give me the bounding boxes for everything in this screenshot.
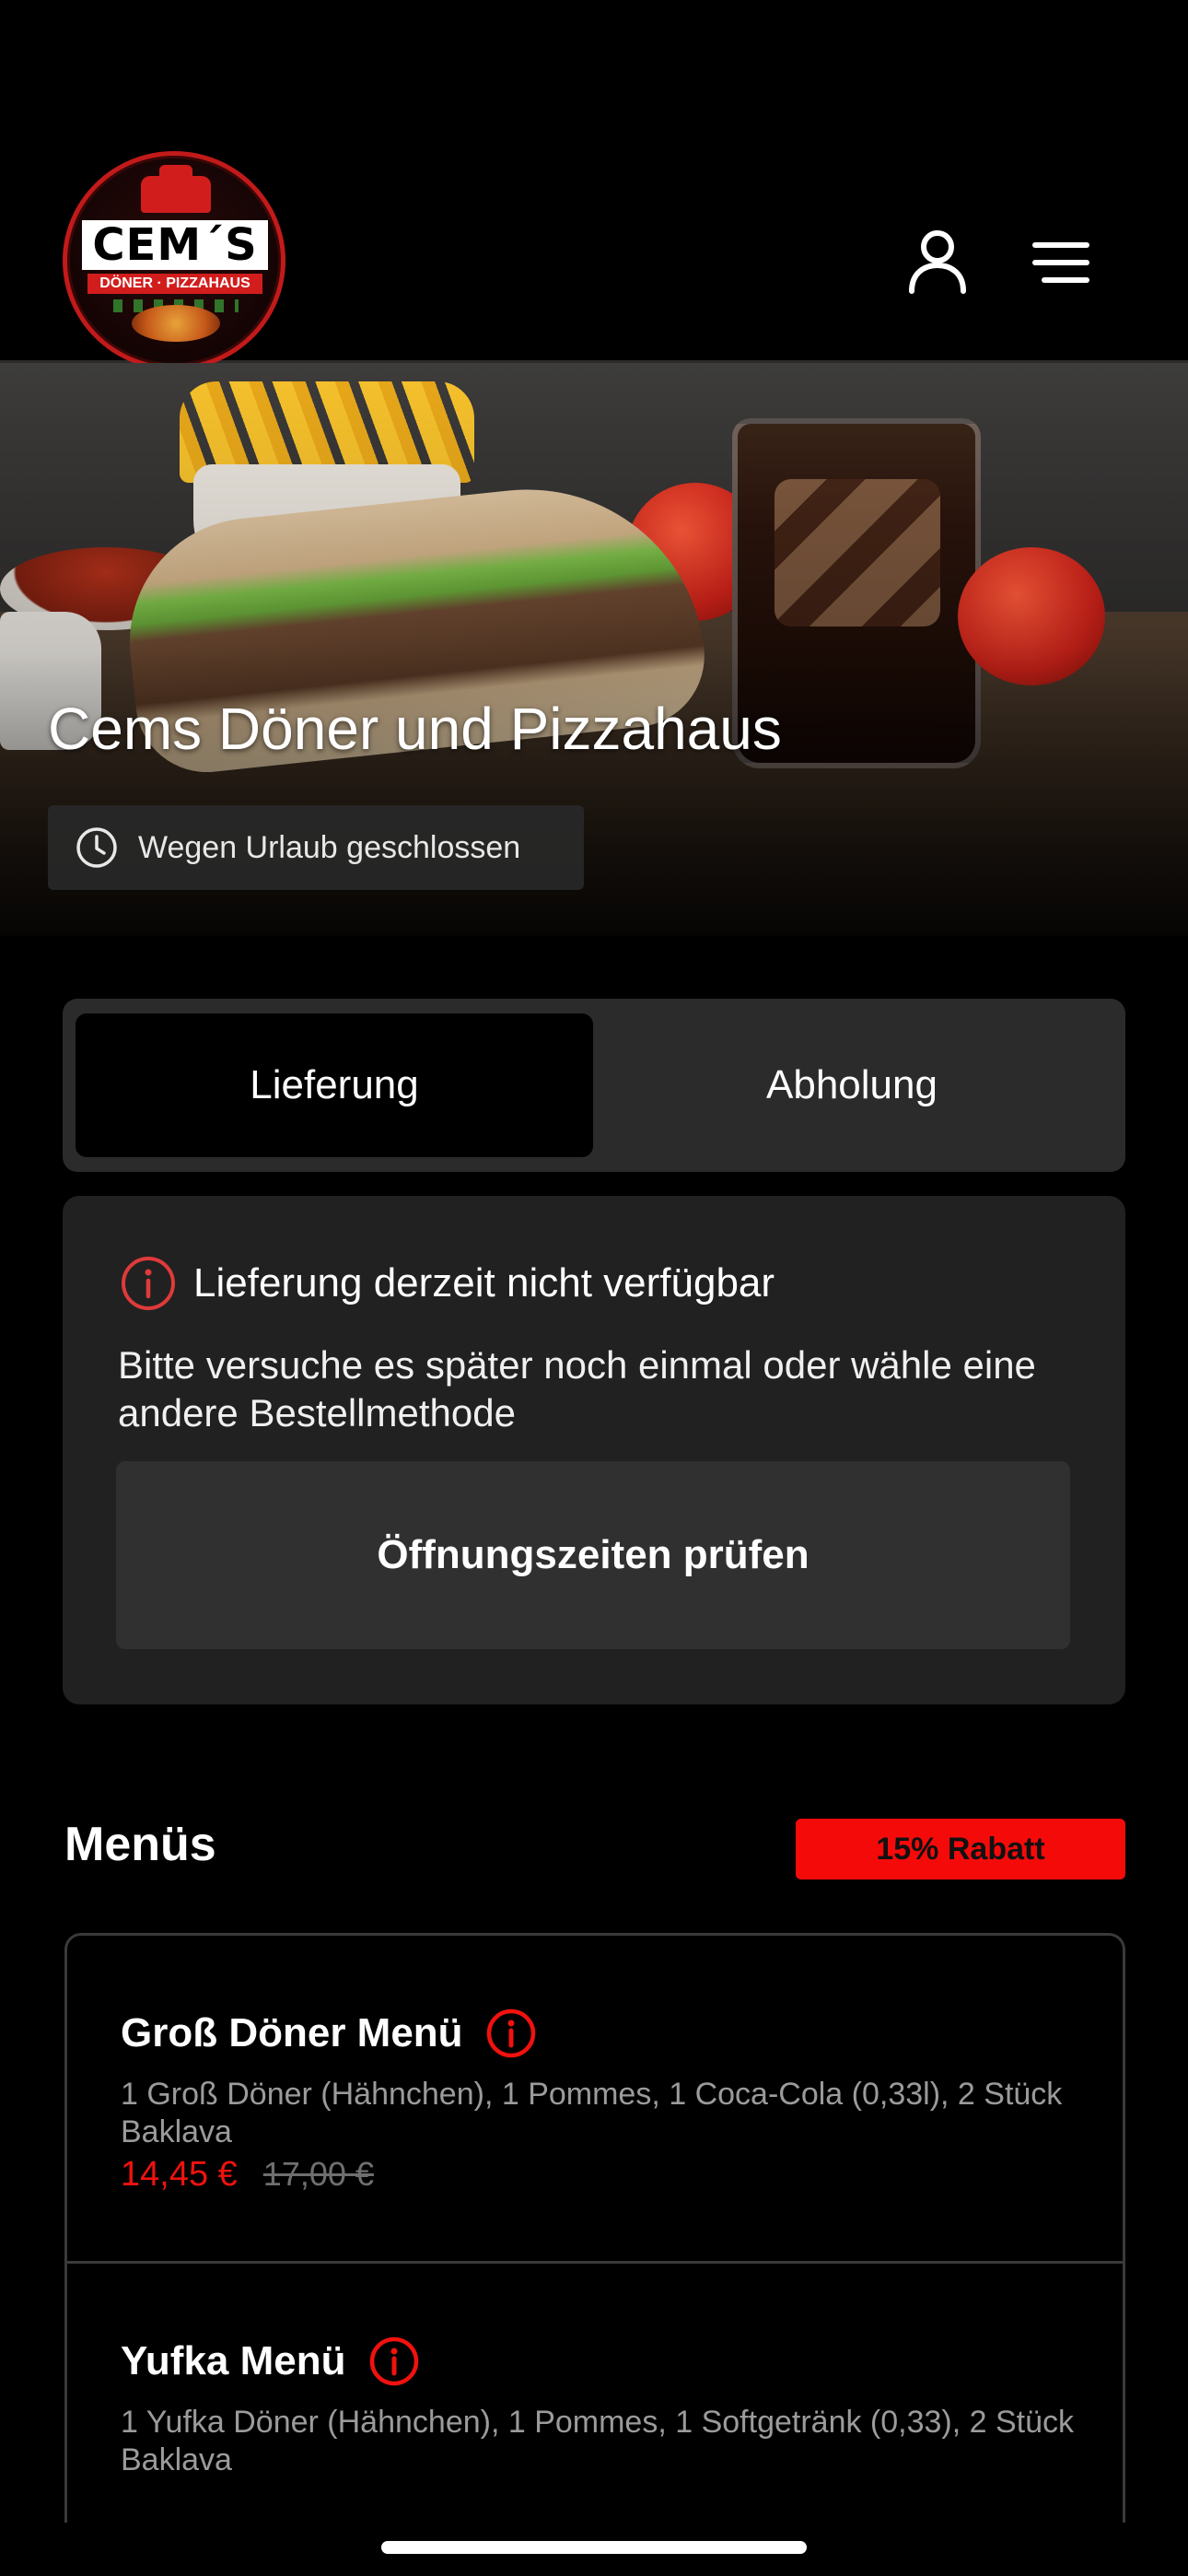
tab-abholung[interactable]: Abholung xyxy=(593,1013,1111,1157)
restaurant-logo[interactable]: CEM´S DÖNER · PIZZAHAUS xyxy=(63,151,285,370)
order-mode-toggle: Lieferung Abholung xyxy=(63,999,1125,1172)
delivery-unavailable-card: Lieferung derzeit nicht verfügbar Bitte … xyxy=(63,1196,1125,1704)
main-menu-button[interactable] xyxy=(1030,240,1092,286)
menu-item[interactable]: Yufka Menü 1 Yufka Döner (Hähnchen), 1 P… xyxy=(67,2264,1123,2523)
menu-item-title: Yufka Menü xyxy=(121,2338,346,2383)
menu-item-description: 1 Groß Döner (Hähnchen), 1 Pommes, 1 Coc… xyxy=(121,2077,1063,2149)
section-title: Menüs xyxy=(64,1818,216,1871)
user-icon xyxy=(909,230,966,294)
opening-status-badge: Wegen Urlaub geschlossen xyxy=(48,805,584,890)
menu-list: Groß Döner Menü 1 Groß Döner (Hähnchen),… xyxy=(64,1933,1125,2523)
logo-subtitle: DÖNER · PIZZAHAUS xyxy=(87,274,262,294)
restaurant-name: Cems Döner und Pizzahaus xyxy=(48,696,782,762)
discount-badge: 15% Rabatt xyxy=(796,1819,1125,1879)
app-header: CEM´S DÖNER · PIZZAHAUS xyxy=(0,0,1188,370)
menu-item-description: 1 Yufka Döner (Hähnchen), 1 Pommes, 1 So… xyxy=(121,2405,1075,2477)
info-icon[interactable] xyxy=(368,2336,420,2387)
notice-header: Lieferung derzeit nicht verfügbar xyxy=(120,1255,775,1312)
hamburger-menu-icon xyxy=(1032,242,1089,283)
menu-item-old-price: 17,00 € xyxy=(262,2155,374,2193)
menu-item-title: Groß Döner Menü xyxy=(121,2010,463,2055)
menu-item[interactable]: Groß Döner Menü 1 Groß Döner (Hähnchen),… xyxy=(67,1936,1123,2264)
hero-banner: Cems Döner und Pizzahaus Wegen Urlaub ge… xyxy=(0,363,1188,936)
notice-title: Lieferung derzeit nicht verfügbar xyxy=(193,1260,775,1306)
check-opening-hours-button[interactable]: Öffnungszeiten prüfen xyxy=(116,1461,1070,1649)
opening-status-text: Wegen Urlaub geschlossen xyxy=(138,829,521,865)
logo-pizza-graphic xyxy=(132,305,220,342)
menu-item-prices: 14,45 € 17,00 € xyxy=(121,2155,374,2195)
info-icon xyxy=(122,1257,175,1310)
home-indicator[interactable] xyxy=(381,2541,807,2554)
menu-item-price: 14,45 € xyxy=(121,2155,238,2194)
logo-title: CEM´S xyxy=(82,220,268,270)
menu-item-title-row: Groß Döner Menü xyxy=(121,2008,537,2059)
logo-pot-graphic xyxy=(141,165,211,213)
notice-message: Bitte versuche es später noch einmal ode… xyxy=(118,1343,1036,1434)
account-button[interactable] xyxy=(906,228,969,295)
tab-lieferung[interactable]: Lieferung xyxy=(76,1013,593,1157)
menu-item-title-row: Yufka Menü xyxy=(121,2336,420,2387)
info-icon[interactable] xyxy=(485,2008,537,2059)
clock-icon xyxy=(76,827,117,868)
